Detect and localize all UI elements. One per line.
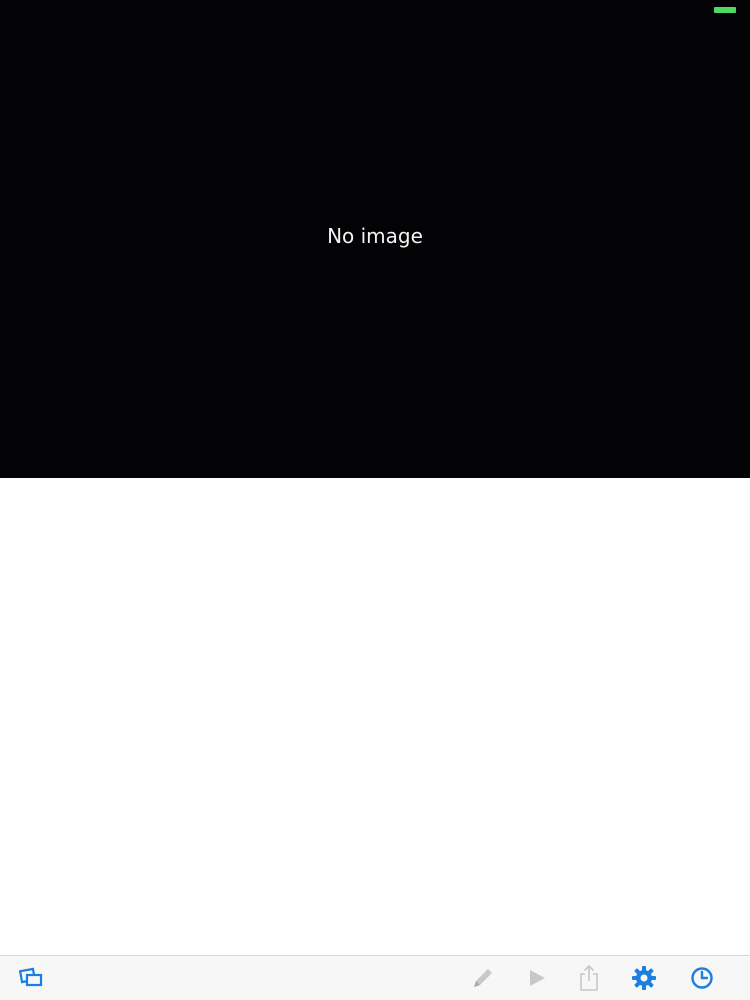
content-area — [0, 478, 750, 956]
bottom-toolbar — [0, 955, 750, 1000]
app-window: No image — [0, 0, 750, 1000]
play-button[interactable] — [523, 964, 551, 992]
image-preview: No image — [0, 0, 750, 478]
history-button[interactable] — [688, 964, 716, 992]
gallery-button[interactable] — [17, 964, 45, 992]
settings-button[interactable] — [630, 964, 658, 992]
edit-button[interactable] — [469, 964, 497, 992]
gallery-icon — [18, 967, 43, 987]
clock-icon — [691, 967, 713, 989]
play-icon — [530, 970, 545, 986]
battery-indicator — [714, 7, 736, 13]
gear-icon — [632, 966, 656, 990]
no-image-label: No image — [327, 224, 423, 248]
pencil-icon — [474, 969, 492, 987]
share-icon — [580, 964, 598, 991]
share-button[interactable] — [575, 964, 603, 992]
